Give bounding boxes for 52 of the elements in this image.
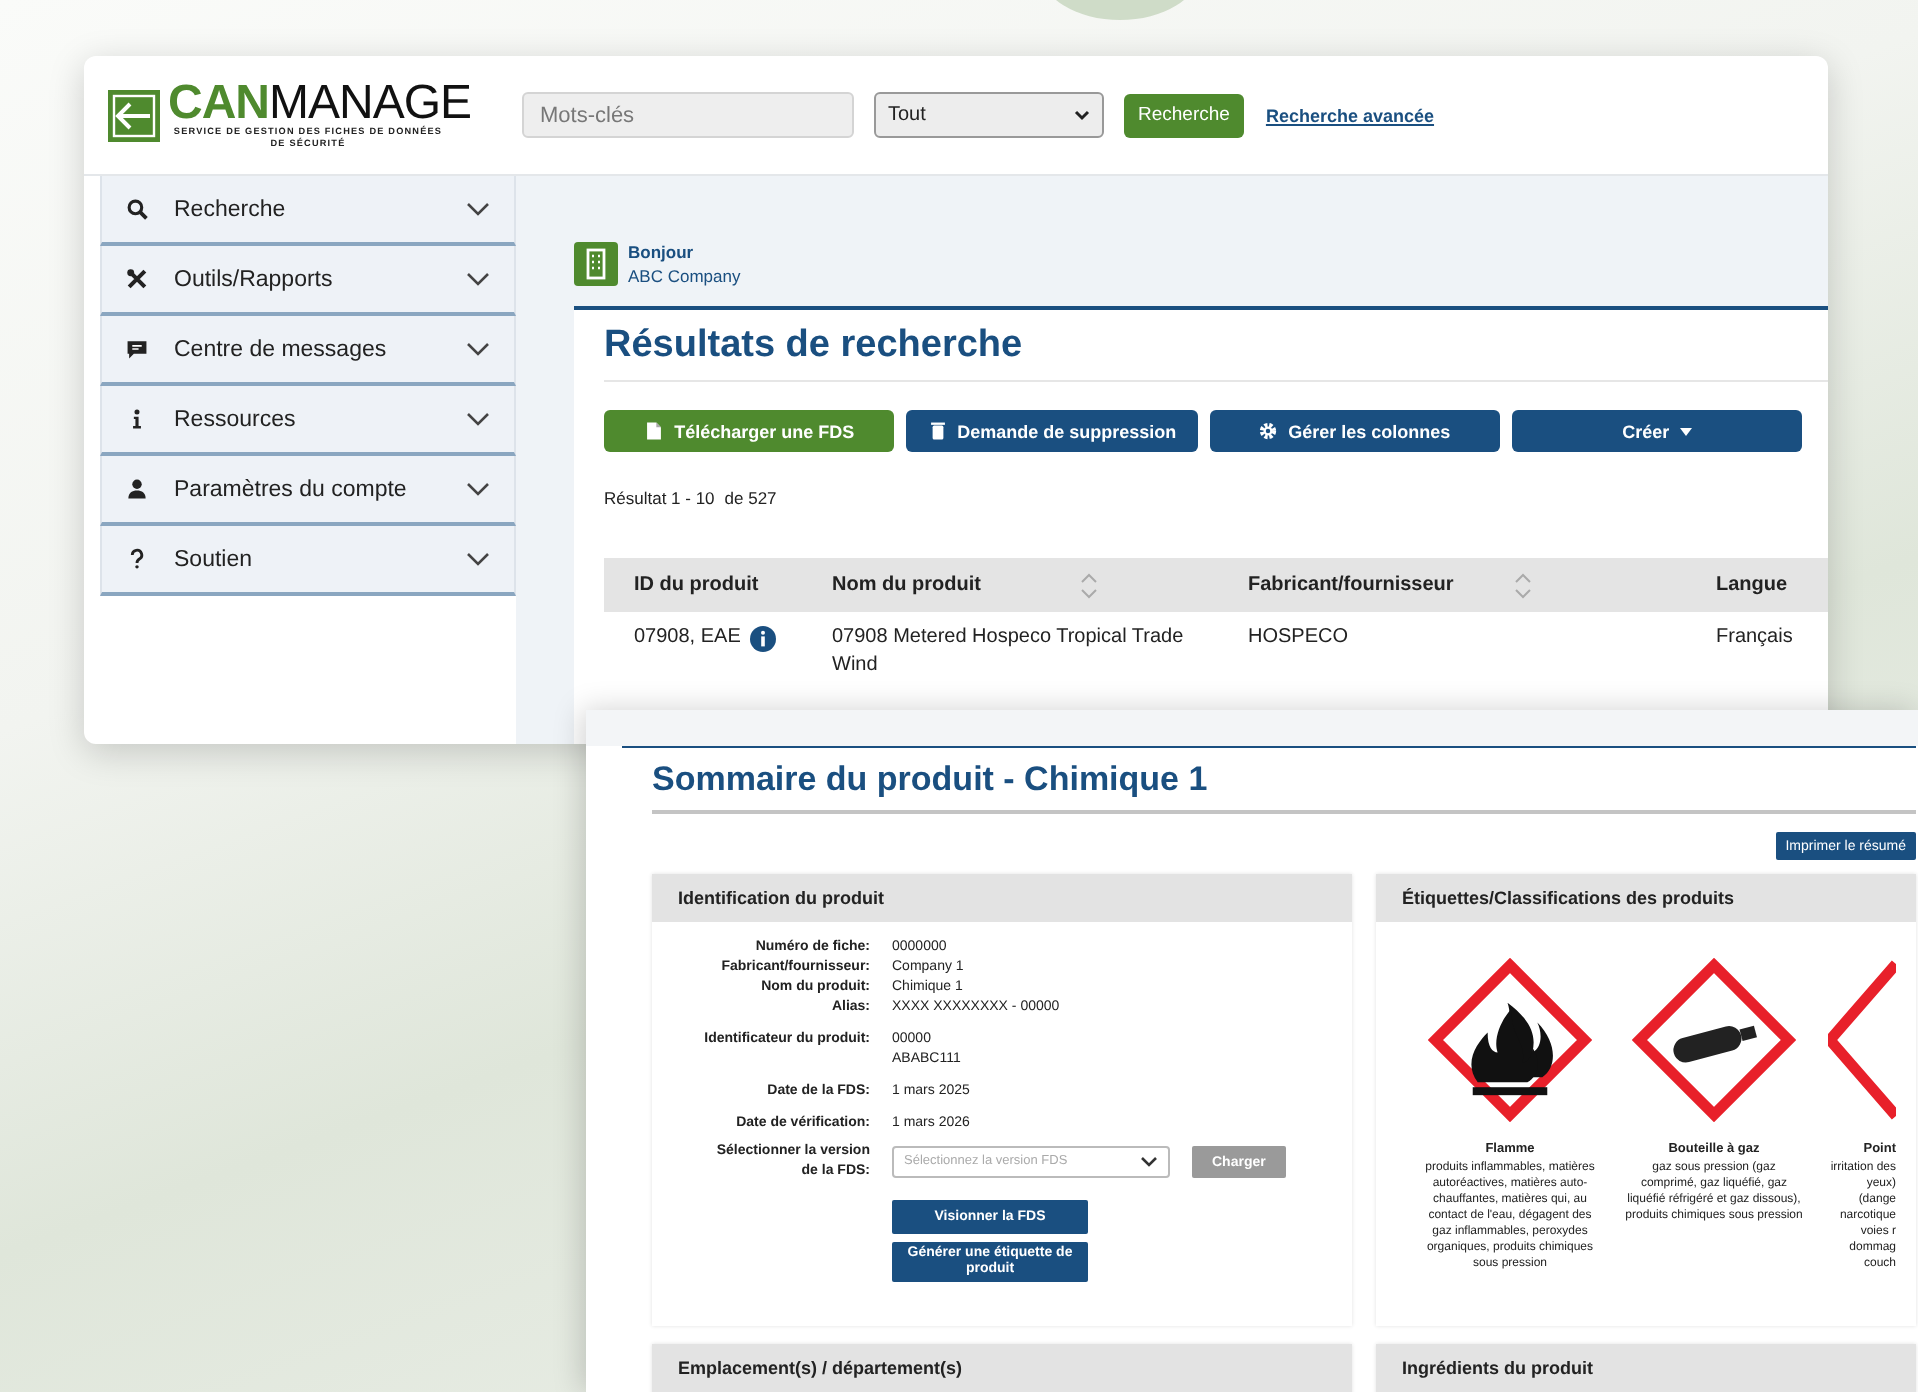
chevron-down-icon [466, 411, 490, 427]
sidebar-item[interactable]: Centre de messages [100, 316, 516, 386]
table-cell: Français [1716, 624, 1793, 652]
document-icon [644, 420, 665, 442]
chevron-down-icon [466, 551, 490, 567]
column-header[interactable]: Fabricant/fournisseur [1248, 571, 1454, 599]
crossed-tools-icon [126, 268, 148, 290]
chevron-down-icon [466, 481, 490, 497]
question-icon [126, 548, 148, 570]
logo-arrow-icon [108, 89, 160, 141]
settings-icon [1258, 420, 1279, 442]
chevron-down-icon [466, 201, 490, 217]
panel-header: Emplacement(s) / département(s) [652, 1344, 1352, 1392]
action-button[interactable]: Demande de suppression [906, 410, 1197, 452]
sidebar-item[interactable]: Ressources [100, 386, 516, 456]
sidebar-item[interactable]: Recherche [100, 176, 516, 246]
panel-header: Étiquettes/Classifications des produits [1376, 874, 1916, 922]
column-header[interactable]: Nom du produit [832, 571, 981, 599]
keyword-field[interactable]: Mots-clés [522, 92, 854, 138]
result-total: de 527 [724, 488, 777, 508]
greeting-text: Bonjour [628, 242, 696, 264]
result-range: Résultat 1 - 10 [604, 488, 715, 508]
table-cell: HOSPECO [1248, 624, 1349, 652]
action-button[interactable]: Gérer les colonnes [1209, 410, 1500, 452]
search-icon [126, 198, 148, 220]
trash-icon [927, 420, 948, 442]
product-summary-title: Sommaire du produit - Chimique 1 [652, 760, 1916, 814]
building-icon [574, 242, 618, 286]
sidebar-item[interactable]: Soutien [100, 526, 516, 596]
table-cell-text: 07908 Metered Hospeco Tropical Trade Wind [832, 624, 1186, 680]
page-title: Résultats de recherche [604, 324, 1828, 382]
table-cell: 07908, EAE [634, 624, 741, 652]
action-button[interactable]: Créer [1511, 410, 1802, 452]
panel-header: Identification du produit [652, 874, 1352, 922]
caret-icon [1074, 109, 1090, 121]
column-header[interactable]: ID du produit [634, 571, 759, 599]
column-header[interactable]: Langue [1716, 571, 1788, 599]
chevron-down-icon [1140, 1156, 1158, 1168]
search-button[interactable]: Recherche [1124, 93, 1244, 137]
chevron-down-icon [466, 271, 490, 287]
user-icon [126, 478, 148, 500]
logo-wordmark: CANMANAGE [168, 81, 472, 125]
panel-header: Ingrédients du produit [1376, 1344, 1916, 1392]
caret-icon [1679, 427, 1692, 435]
message-icon [126, 338, 148, 360]
action-button[interactable]: Télécharger une FDS [604, 410, 895, 452]
filter-dropdown[interactable]: Tout [874, 92, 1104, 138]
sidebar-item[interactable]: Outils/Rapports [100, 246, 516, 316]
chevron-down-icon [466, 341, 490, 357]
company-name: ABC Company [628, 264, 741, 290]
sidebar-item[interactable]: Paramètres du compte [100, 456, 516, 526]
advanced-search-link[interactable]: Recherche avancée [1265, 105, 1435, 125]
